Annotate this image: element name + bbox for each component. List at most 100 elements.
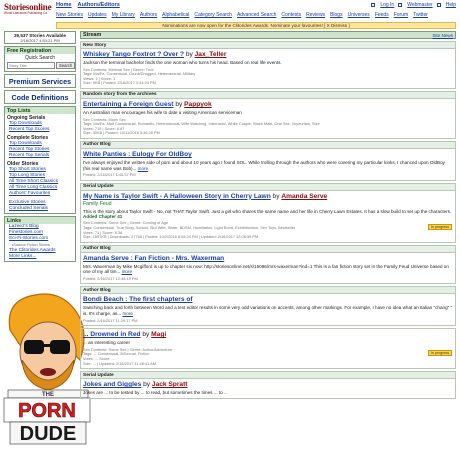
older-stories-link[interactable]: Authors' Favourites	[9, 191, 73, 197]
nav-my-library[interactable]: My Library	[112, 12, 135, 18]
entry-title-link[interactable]: Bondi Beach : The first chapters of	[83, 296, 193, 303]
nav-home[interactable]: Home	[56, 2, 72, 8]
entry-chapter-title[interactable]: Family Feud	[83, 201, 453, 207]
entry-author-link[interactable]: Pappyok	[184, 101, 211, 108]
main-stream: Stream Site News New Story Whiskey Tango …	[80, 31, 456, 399]
in-progress-badge: In progress	[428, 350, 452, 357]
mascot-text-the: THE	[42, 392, 54, 398]
ongoing-serials-heading: Ongoing Serials	[7, 115, 46, 121]
site-tagline: World Literature Publishing Co.	[4, 11, 49, 15]
header: Storiesonline World Literature Publishin…	[0, 0, 460, 22]
entry-summary: Mrs. Waxerman by Mike Mcgifford is up to…	[83, 264, 453, 275]
porn-dude-mascot[interactable]: THE PORN DUDE	[0, 290, 92, 460]
stream-header: Stream Site News	[80, 31, 456, 39]
nav-twitter[interactable]: Twitter	[413, 12, 428, 18]
login-icon	[371, 3, 376, 7]
complete-stories-link[interactable]: Recent Top Serials	[9, 153, 73, 159]
entry-meta-line: Size: ... | Updated: 2/16/2017 11:48:41 …	[83, 360, 156, 366]
entry-title-link[interactable]: Entertaining a Foreign Guest	[83, 101, 174, 108]
entry-summary-text: Mrs. Waxerman by Mike Mcgifford is up to…	[83, 263, 449, 275]
free-registration-link[interactable]: Free Registration	[5, 47, 75, 54]
entry-chapter-added: Added Chapter 41	[83, 214, 123, 220]
complete-stories-heading: Complete Stories	[7, 135, 49, 141]
read-more-link[interactable]: more	[122, 269, 132, 274]
entry-meta-line: Size: 1697KB | Downloads: 27768 | Posted…	[83, 234, 259, 240]
entry-body: Entertaining a Foreign Guest by Pappyok A…	[81, 99, 455, 138]
entry-author-link[interactable]: Jax_Teller	[195, 51, 227, 58]
login-link[interactable]: Log In	[380, 2, 394, 8]
stream-entry: ... Drowned in Red by Magi ... an interes…	[80, 328, 456, 370]
links-link[interactable]: More Links...	[9, 254, 73, 260]
stream-entry: New Story Whiskey Tango Foxtrot ? Over ? …	[80, 41, 456, 89]
read-more-link[interactable]: more	[122, 311, 132, 316]
entry-summary: Jokes are ... to be tested by ... to rea…	[83, 390, 453, 396]
misc-link[interactable]: Concluded Serials	[9, 206, 73, 212]
entries-list: New Story Whiskey Tango Foxtrot ? Over ? …	[80, 41, 456, 399]
entry-title-link[interactable]: Amanda Serve : Fan Fiction - Mrs. Waxerm…	[83, 255, 224, 262]
entry-summary: I've always enjoyed the written side of …	[83, 160, 453, 171]
help-link[interactable]: Help	[446, 2, 456, 8]
entry-summary-text: Jackson the terminal bachelor finds the …	[83, 60, 282, 65]
nav-universes[interactable]: Universes	[348, 12, 370, 18]
premium-services-link[interactable]: Premium Services	[4, 74, 76, 88]
entry-title-row: Entertaining a Foreign Guest by Pappyok	[83, 101, 453, 108]
nav-feeds[interactable]: Feeds	[375, 12, 389, 18]
ongoing-serials-link[interactable]: Recent Top Scores	[9, 127, 73, 133]
entry-meta: Sex Contents: Some Sex | Genre: Action/A…	[83, 347, 453, 366]
entry-body: Whiskey Tango Foxtrot ? Over ? by Jax_Te…	[81, 49, 455, 88]
entry-title-row: ... Drowned in Red by Magi	[83, 331, 453, 338]
links-list: Lazeez's Blog Finestories.com Sci-Fi-Stori…	[5, 224, 75, 261]
nav-reviews[interactable]: Reviews	[306, 12, 325, 18]
quick-search-input[interactable]	[7, 62, 55, 69]
top-lists-box: Top Lists Ongoing Serials Top Downloads R…	[4, 106, 76, 214]
code-definitions-link[interactable]: Code Definitions	[4, 90, 76, 104]
in-progress-badge: In progress	[428, 223, 452, 230]
mascot-text-porn: PORN	[18, 400, 76, 422]
entry-body: Jokes and Giggles by Jack Spratt Jokes ar…	[81, 379, 455, 398]
read-more-link[interactable]: more	[138, 166, 148, 171]
entry-by: by	[173, 100, 185, 108]
entry-title-link[interactable]: Whiskey Tango Foxtrot ? Over ?	[83, 51, 184, 58]
nav-alphabetical[interactable]: Alphabetical	[162, 12, 189, 18]
entry-type: Serial Update	[81, 372, 455, 380]
webmaster-link[interactable]: Webmaster	[407, 2, 432, 8]
nav-category-search[interactable]: Category Search	[194, 12, 232, 18]
nav-advanced-search[interactable]: Advanced Search	[237, 12, 276, 18]
stream-entry: Author Blog White Panties : Eulogy For Ol…	[80, 140, 456, 181]
site-logo[interactable]: Storiesonline World Literature Publishin…	[4, 2, 52, 15]
entry-meta-line: Size: 30KB | Posted: 10/11/2016 3:46:28 …	[83, 130, 160, 136]
stream-entry: Author Blog Amanda Serve : Fan Fiction - …	[80, 244, 456, 285]
entry-type: Serial Update	[81, 183, 455, 191]
mascot-text-dude: DUDE	[20, 423, 77, 445]
entry-author-link[interactable]: Amanda Serve	[281, 193, 327, 200]
entry-summary-text: Jokes are ... to be tested by ... to rea…	[83, 390, 228, 396]
user-links: Log In Webmaster Help	[371, 2, 456, 8]
entry-title-link[interactable]: Jokes and Giggles	[83, 381, 141, 388]
entry-type: New Story	[81, 42, 455, 49]
entry-title-link[interactable]: White Panties : Eulogy For OldBoy	[83, 151, 192, 158]
search-button[interactable]: Search	[56, 62, 76, 69]
nav-authors[interactable]: Authors	[140, 12, 157, 18]
announcement-banner[interactable]: Nominations are now open for the Clitori…	[56, 22, 456, 29]
nav-authors-editors[interactable]: Authors/Editors	[78, 2, 120, 8]
entry-title-link[interactable]: My Name is Taylor Swift - A Halloween St…	[83, 193, 271, 200]
story-count-date: 2/16/2017 4:53:21 PM	[20, 38, 60, 43]
nav-new-stories[interactable]: New Stories	[56, 12, 83, 18]
stream-entry: Serial Update My Name is Taylor Swift - A…	[80, 182, 456, 243]
site-news-link[interactable]: Site News	[432, 33, 453, 38]
stream-title: Stream	[83, 32, 102, 38]
entry-title-link[interactable]: ... Drowned in Red	[83, 331, 141, 338]
nav-updates[interactable]: Updates	[88, 12, 107, 18]
entry-author-link[interactable]: Magi	[151, 331, 166, 338]
story-count-box: 39,537 Stories Available 2/16/2017 4:53:…	[4, 31, 76, 44]
entry-summary-text: This is the story about Taylor Swift - N…	[83, 208, 452, 214]
entry-meta: Posted: 2/16/2017 11:29:17 PM	[83, 318, 453, 324]
entry-author-link[interactable]: Jack Spratt	[152, 381, 188, 388]
entry-type: Random story from the archives	[81, 91, 455, 99]
nav-blogs[interactable]: Blogs	[330, 12, 343, 18]
nav-contests[interactable]: Contests	[281, 12, 301, 18]
entry-meta-line: Posted: 2/16/2017 1:45:57 PM	[83, 172, 136, 178]
nav-forum[interactable]: Forum	[394, 12, 408, 18]
older-stories-heading: Older Stories	[7, 161, 39, 167]
older-stories-list: Top Short Stories Top Long Stories All Tim…	[5, 167, 75, 198]
